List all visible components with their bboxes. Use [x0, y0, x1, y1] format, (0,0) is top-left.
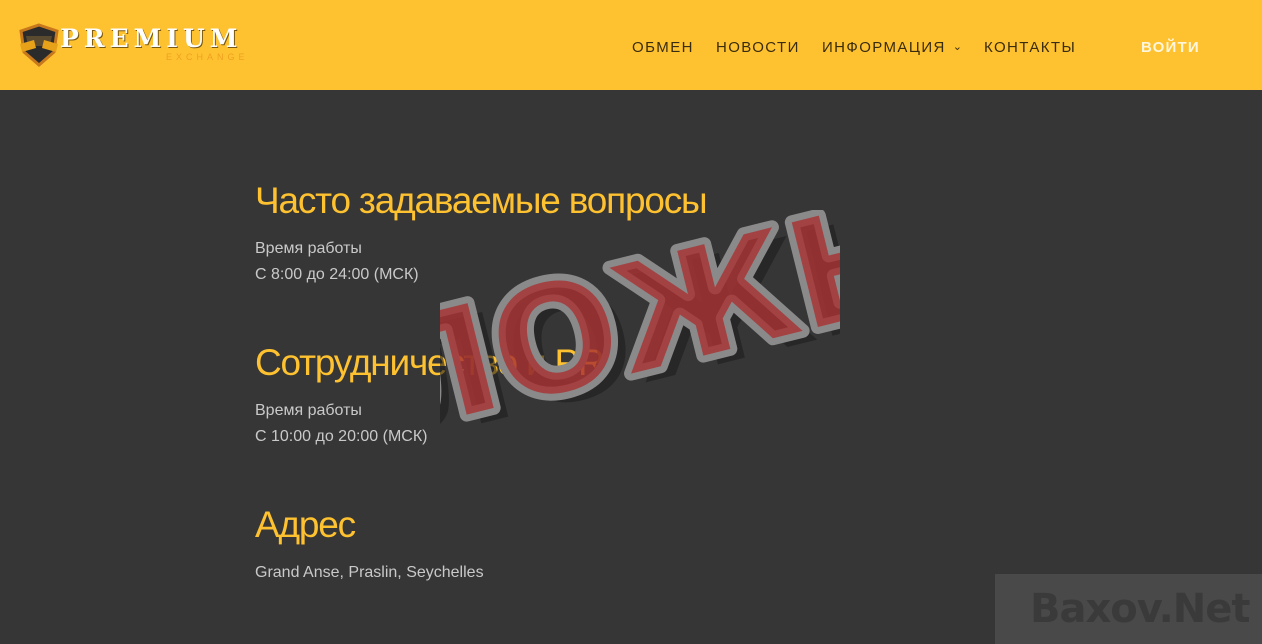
watermark-text: Baxov.Net — [1030, 586, 1250, 632]
false-stamp-overlay: ЛОЖЬ ЛОЖЬ — [440, 210, 840, 440]
nav-item-contacts[interactable]: КОНТАКТЫ — [984, 39, 1076, 56]
nav-item-news[interactable]: НОВОСТИ — [716, 39, 800, 56]
nav-item-information-label: ИНФОРМАЦИЯ — [822, 39, 946, 56]
nav-item-information[interactable]: ИНФОРМАЦИЯ ⌄ — [822, 39, 963, 56]
site-header: PREMIUM EXCHANGE ОБМЕН НОВОСТИ ИНФОРМАЦИ… — [0, 0, 1262, 90]
faq-hours-value: С 8:00 до 24:00 (МСК) — [255, 266, 419, 283]
nav-item-exchange[interactable]: ОБМЕН — [632, 39, 694, 56]
address-value: Grand Anse, Praslin, Seychelles — [255, 564, 484, 581]
pr-hours-label: Время работы — [255, 402, 362, 419]
chevron-down-icon: ⌄ — [952, 41, 964, 53]
address-title: Адрес — [255, 504, 356, 545]
site-logo[interactable]: PREMIUM EXCHANGE — [16, 20, 256, 70]
faq-hours-label: Время работы — [255, 240, 362, 257]
pr-hours-value: С 10:00 до 20:00 (МСК) — [255, 428, 428, 445]
stamp-text: ЛОЖЬ — [440, 210, 840, 440]
shield-logo-icon — [19, 23, 59, 67]
login-button[interactable]: ВОЙТИ — [1141, 39, 1200, 56]
logo-subtitle: EXCHANGE — [166, 52, 249, 62]
logo-wordmark: PREMIUM — [60, 24, 243, 53]
